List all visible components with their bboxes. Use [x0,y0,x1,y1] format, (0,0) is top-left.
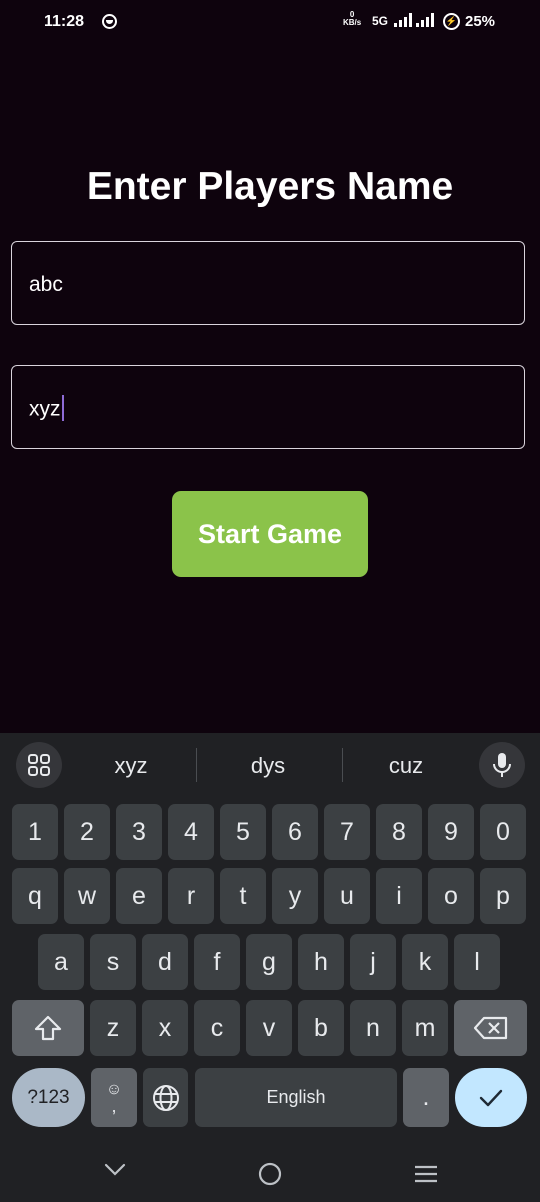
period-key[interactable]: . [403,1068,449,1127]
key-b[interactable]: b [298,1000,344,1056]
start-game-button[interactable]: Start Game [172,491,368,577]
key-a[interactable]: a [38,934,84,990]
text-cursor [61,395,64,421]
key-0[interactable]: 0 [480,804,526,860]
player2-name-value: xyz [29,397,61,421]
key-c[interactable]: c [194,1000,240,1056]
home-circle-icon[interactable] [257,1161,283,1187]
key-n[interactable]: n [350,1000,396,1056]
suggestion-2[interactable]: dys [218,753,318,779]
key-1[interactable]: 1 [12,804,58,860]
globe-icon [152,1084,179,1111]
net-speed-unit: KB/s [343,18,362,27]
backspace-key[interactable] [454,1000,527,1056]
recents-menu-icon[interactable] [413,1164,439,1184]
checkmark-icon [479,1089,503,1106]
key-f[interactable]: f [194,934,240,990]
player1-name-field[interactable]: abc [11,241,525,325]
key-q[interactable]: q [12,868,58,924]
net-speed: 0 KB/s [343,11,361,27]
key-w[interactable]: w [64,868,110,924]
suggestion-3[interactable]: cuz [356,753,456,779]
key-p[interactable]: p [480,868,526,924]
key-s[interactable]: s [90,934,136,990]
key-7[interactable]: 7 [324,804,370,860]
key-6[interactable]: 6 [272,804,318,860]
backspace-icon [473,1016,507,1040]
key-e[interactable]: e [116,868,162,924]
suggestion-divider [342,748,343,782]
key-m[interactable]: m [402,1000,448,1056]
key-x[interactable]: x [142,1000,188,1056]
suggestion-1[interactable]: xyz [81,753,181,779]
key-9[interactable]: 9 [428,804,474,860]
key-8[interactable]: 8 [376,804,422,860]
key-t[interactable]: t [220,868,266,924]
page-title: Enter Players Name [86,165,454,208]
signal-icon-2 [416,13,436,27]
shift-key[interactable] [12,1000,84,1056]
battery-saver-icon: ⚡ [443,13,460,30]
key-i[interactable]: i [376,868,422,924]
network-type: 5G [372,14,389,28]
voice-input-button[interactable] [479,742,525,788]
player2-name-value-wrap: xyz [29,395,64,423]
microphone-icon [493,753,511,777]
suggestion-bar: xyz dys cuz [0,733,540,797]
done-key[interactable] [455,1068,527,1127]
battery-percent: 25% [465,13,496,30]
symbols-key[interactable]: ?123 [12,1068,85,1127]
emoji-comma-key[interactable]: ☺ , [91,1068,137,1127]
key-l[interactable]: l [454,934,500,990]
signal-icon [394,13,414,27]
notification-icon [102,14,117,29]
key-g[interactable]: g [246,934,292,990]
apps-grid-button[interactable] [16,742,62,788]
key-h[interactable]: h [298,934,344,990]
key-o[interactable]: o [428,868,474,924]
key-u[interactable]: u [324,868,370,924]
player1-name-value: abc [29,273,63,296]
key-j[interactable]: j [350,934,396,990]
key-4[interactable]: 4 [168,804,214,860]
key-k[interactable]: k [402,934,448,990]
status-bar: 11:28 0 KB/s 5G ⚡ 25% [0,0,540,44]
key-2[interactable]: 2 [64,804,110,860]
key-r[interactable]: r [168,868,214,924]
language-key[interactable] [143,1068,188,1127]
key-d[interactable]: d [142,934,188,990]
space-key[interactable]: English [195,1068,397,1127]
key-3[interactable]: 3 [116,804,162,860]
keyboard: xyz dys cuz 1 2 3 4 5 6 7 8 9 0 q w e r … [0,733,540,1202]
key-5[interactable]: 5 [220,804,266,860]
navigation-bar [0,1142,540,1202]
shift-icon [34,1015,62,1041]
back-chevron-icon[interactable] [103,1162,127,1178]
player2-name-field[interactable]: xyz [11,365,525,449]
comma-label: , [111,1095,117,1116]
status-time: 11:28 [44,13,85,30]
key-v[interactable]: v [246,1000,292,1056]
key-y[interactable]: y [272,868,318,924]
grid-icon [28,754,50,776]
key-z[interactable]: z [90,1000,136,1056]
suggestion-divider [196,748,197,782]
